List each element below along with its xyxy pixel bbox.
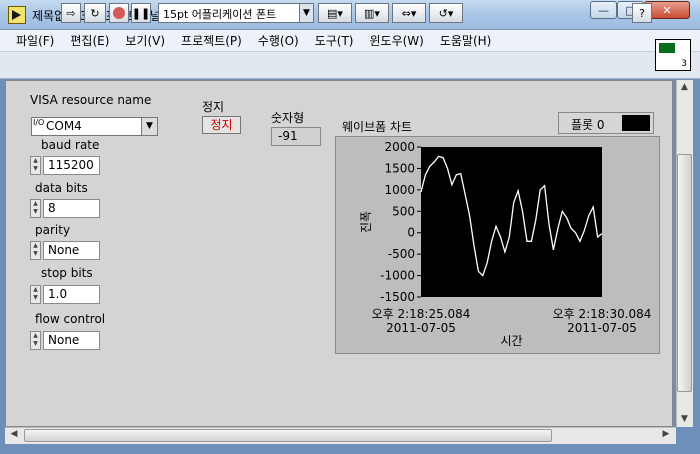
pause-icon[interactable]: ❚❚ (131, 3, 151, 23)
x-end-time-label: 오후 2:18:30.084 (553, 307, 652, 321)
visa-resource-control[interactable]: I/O COM4 ▼ (31, 117, 158, 136)
waveform-chart[interactable]: 2000 1500 1000 500 0 -500 -1000 -1500 진폭오후 2:18:… (335, 136, 660, 354)
stopbits-spinner[interactable]: ▲ ▼ (30, 285, 41, 304)
flow-label: flow control (35, 312, 106, 326)
labview-vi-icon (8, 6, 26, 24)
numeric-label: 숫자형 (271, 111, 305, 125)
databits-label: data bits (35, 181, 88, 195)
scroll-down-icon[interactable]: ▼ (677, 414, 692, 424)
waveform-glyph-icon (659, 43, 675, 53)
menu-file[interactable]: 파일(F) (8, 32, 62, 49)
chevron-down-icon: ▼ (299, 4, 313, 22)
distribute-objects-icon[interactable]: ▥▾ (355, 3, 389, 23)
y-tick-label: 1500 (384, 161, 415, 175)
minimize-button[interactable]: — (590, 1, 617, 19)
y-tick-label: 500 (392, 204, 415, 218)
x-start-time-label: 오후 2:18:25.084 (372, 307, 471, 321)
menu-bar: 파일(F) 편집(E) 보기(V) 프로젝트(P) 수행(O) 도구(T) 윈도… (0, 30, 700, 52)
chart-svg: 2000 1500 1000 500 0 -500 -1000 -1500 진폭오후 2:18:… (359, 140, 652, 348)
menu-help[interactable]: 도움말(H) (432, 32, 500, 49)
flow-spinner[interactable]: ▲ ▼ (30, 331, 41, 350)
databits-spinner[interactable]: ▲ ▼ (30, 199, 41, 218)
toolbar (0, 52, 700, 79)
visa-value: COM4 (46, 119, 82, 133)
y-tick-label: -500 (388, 247, 415, 261)
y-axis-label: 진폭 (359, 211, 373, 233)
vi-icon-number: 3 (681, 59, 687, 69)
legend-line-swatch (622, 115, 650, 131)
x-axis-label: 시간 (500, 334, 522, 348)
parity-field[interactable]: None (43, 241, 100, 260)
scroll-left-icon[interactable]: ◀ (8, 429, 20, 439)
numeric-indicator: -91 (271, 127, 321, 146)
chevron-down-icon[interactable]: ▼ (141, 118, 157, 135)
y-tick-label: -1500 (380, 290, 415, 304)
run-continuously-icon[interactable]: ↻ (84, 3, 106, 23)
y-tick-label: 1000 (384, 183, 415, 197)
stopbits-field[interactable]: 1.0 (43, 285, 100, 304)
parity-spinner[interactable]: ▲ ▼ (30, 241, 41, 260)
reorder-icon[interactable]: ↺▾ (429, 3, 463, 23)
chart-title: 웨이브폼 차트 (342, 120, 413, 134)
scroll-up-icon[interactable]: ▲ (677, 82, 692, 92)
menu-view[interactable]: 보기(V) (117, 32, 173, 49)
menu-window[interactable]: 윈도우(W) (361, 32, 431, 49)
baud-field[interactable]: 115200 (43, 156, 100, 175)
stopbits-label: stop bits (41, 266, 93, 280)
y-tick-label: 0 (407, 226, 415, 240)
y-tick-label: -1000 (380, 269, 415, 283)
y-tick-label: 2000 (384, 140, 415, 154)
scroll-right-icon[interactable]: ▶ (660, 429, 672, 439)
baud-spinner[interactable]: ▲ ▼ (30, 156, 41, 175)
stop-label: 정지 (202, 100, 225, 114)
parity-label: parity (35, 223, 71, 237)
abort-icon[interactable] (109, 3, 129, 23)
font-select-value: 15pt 어플리케이션 폰트 (163, 8, 277, 21)
resize-objects-icon[interactable]: ⇔▾ (392, 3, 426, 23)
run-arrow-icon[interactable]: ⇨ (61, 3, 81, 23)
front-panel: VISA resource name I/O COM4 ▼ baud rate … (5, 80, 673, 427)
visa-icon: I/O (33, 118, 45, 127)
databits-field[interactable]: 8 (43, 199, 100, 218)
menu-edit[interactable]: 편집(E) (62, 32, 117, 49)
menu-operate[interactable]: 수행(O) (250, 32, 307, 49)
baud-label: baud rate (41, 138, 100, 152)
x-end-date-label: 2011-07-05 (567, 321, 637, 335)
vertical-scroll-thumb[interactable] (677, 154, 692, 392)
visa-label: VISA resource name (30, 93, 152, 107)
x-start-date-label: 2011-07-05 (386, 321, 456, 335)
flow-field[interactable]: None (43, 331, 100, 350)
font-select[interactable]: 15pt 어플리케이션 폰트 ▼ (158, 3, 314, 23)
horizontal-scroll-thumb[interactable] (24, 429, 552, 442)
stop-button[interactable]: 정지 (202, 116, 241, 134)
menu-project[interactable]: 프로젝트(P) (173, 32, 250, 49)
menu-tools[interactable]: 도구(T) (307, 32, 362, 49)
legend-label: 플롯 0 (571, 118, 605, 132)
plot-legend[interactable]: 플롯 0 (558, 112, 654, 134)
align-objects-icon[interactable]: ▤▾ (318, 3, 352, 23)
help-icon[interactable]: ? (632, 3, 652, 23)
vi-connector-icon[interactable]: 3 (655, 39, 691, 71)
